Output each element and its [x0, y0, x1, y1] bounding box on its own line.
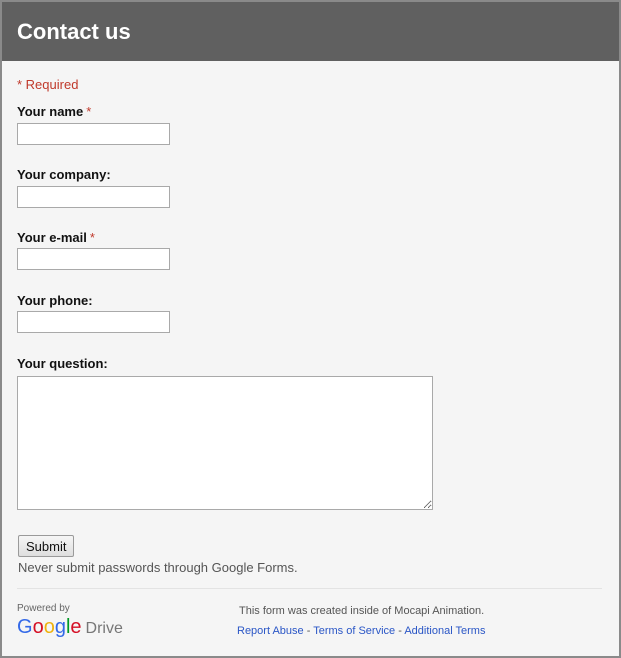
question-label: Your question: [17, 356, 108, 371]
footer-links: Report Abuse - Terms of Service - Additi… [237, 625, 485, 637]
email-label-text: Your e-mail [17, 230, 87, 245]
logo-letter: G [17, 616, 33, 638]
required-note: * Required [17, 77, 79, 92]
form-header: Contact us [2, 2, 619, 61]
email-input[interactable] [17, 248, 170, 270]
link-separator: - [395, 625, 405, 637]
required-star: * [86, 104, 92, 119]
link-separator: - [303, 625, 314, 637]
phone-label: Your phone: [17, 293, 93, 308]
company-label: Your company: [17, 167, 111, 182]
form-title: Contact us [17, 19, 131, 44]
question-label-text: Your question: [17, 356, 108, 371]
terms-of-service-link[interactable]: Terms of Service [313, 625, 395, 637]
logo-letter: o [43, 616, 55, 638]
required-star: * [89, 230, 95, 245]
email-label: Your e-mail * [17, 230, 95, 245]
company-input[interactable] [17, 186, 170, 208]
logo-letter: o [32, 616, 44, 638]
google-drive-logo[interactable]: Google Drive [17, 615, 123, 641]
company-label-text: Your company: [17, 167, 111, 182]
footer-divider [17, 588, 602, 589]
additional-terms-link[interactable]: Additional Terms [404, 625, 485, 637]
logo-letter: e [70, 616, 82, 638]
report-abuse-link[interactable]: Report Abuse [237, 625, 304, 637]
drive-wordmark: Drive [85, 620, 123, 637]
logo-letter: g [54, 616, 66, 638]
name-input[interactable] [17, 123, 170, 145]
powered-by-text: Powered by [17, 603, 70, 614]
question-textarea[interactable] [17, 376, 433, 510]
phone-input[interactable] [17, 311, 170, 333]
created-notice: This form was created inside of Mocapi A… [239, 605, 485, 617]
password-warning: Never submit passwords through Google Fo… [18, 560, 298, 575]
name-label: Your name * [17, 104, 91, 119]
phone-label-text: Your phone: [17, 293, 93, 308]
form-frame: Contact us * Required Your name * Your co… [0, 0, 621, 658]
name-label-text: Your name [17, 104, 84, 119]
submit-button[interactable]: Submit [18, 535, 75, 557]
